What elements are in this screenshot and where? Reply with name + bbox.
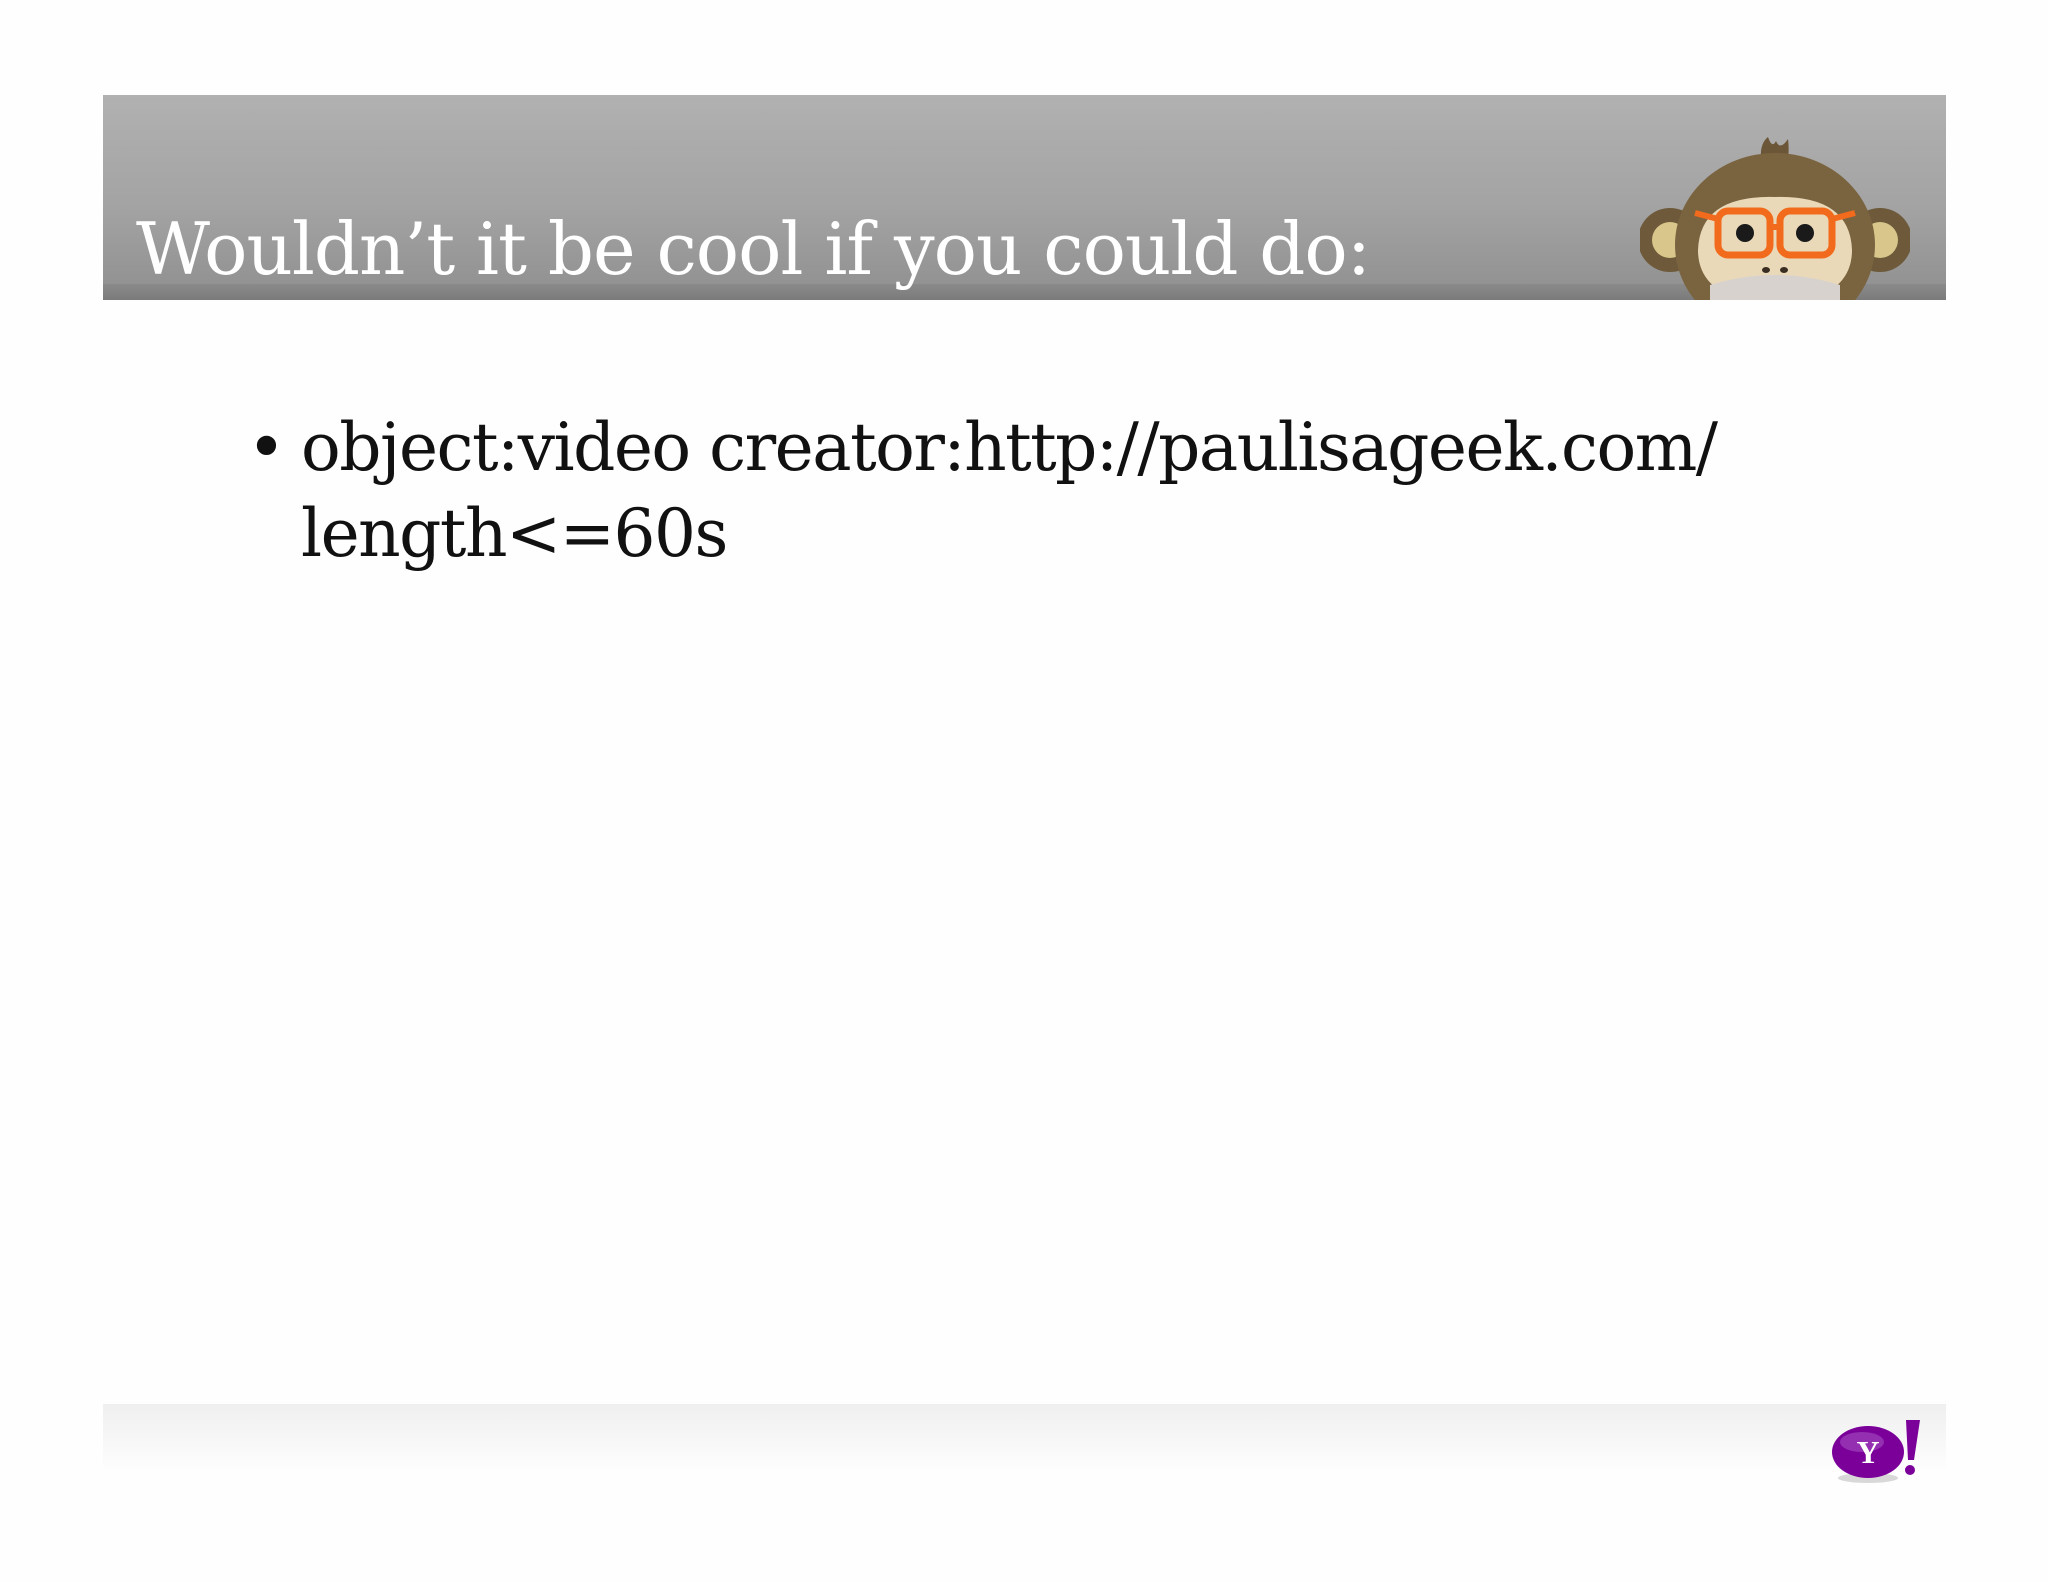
yahoo-logo-icon: Y [1832,1420,1920,1483]
bullet-item: • object:video creator:http://paulisagee… [235,405,1855,577]
bullet-line: length<=60s [301,495,728,572]
slide-body: • object:video creator:http://paulisagee… [235,405,1855,577]
footer-band: Y [103,1404,1946,1483]
slide-title: Wouldn’t it be cool if you could do: [136,207,1371,291]
bullet-line: object:video creator:http://paulisageek.… [301,409,1718,486]
header-band: Wouldn’t it be cool if you could do: [103,95,1946,300]
slide: Wouldn’t it be cool if you could do: • o… [0,0,2048,1582]
monkey-mascot-icon [1640,137,1910,300]
svg-text:Y: Y [1856,1434,1879,1470]
bullet-list: • object:video creator:http://paulisagee… [235,405,1855,577]
bullet-marker: • [247,409,286,486]
